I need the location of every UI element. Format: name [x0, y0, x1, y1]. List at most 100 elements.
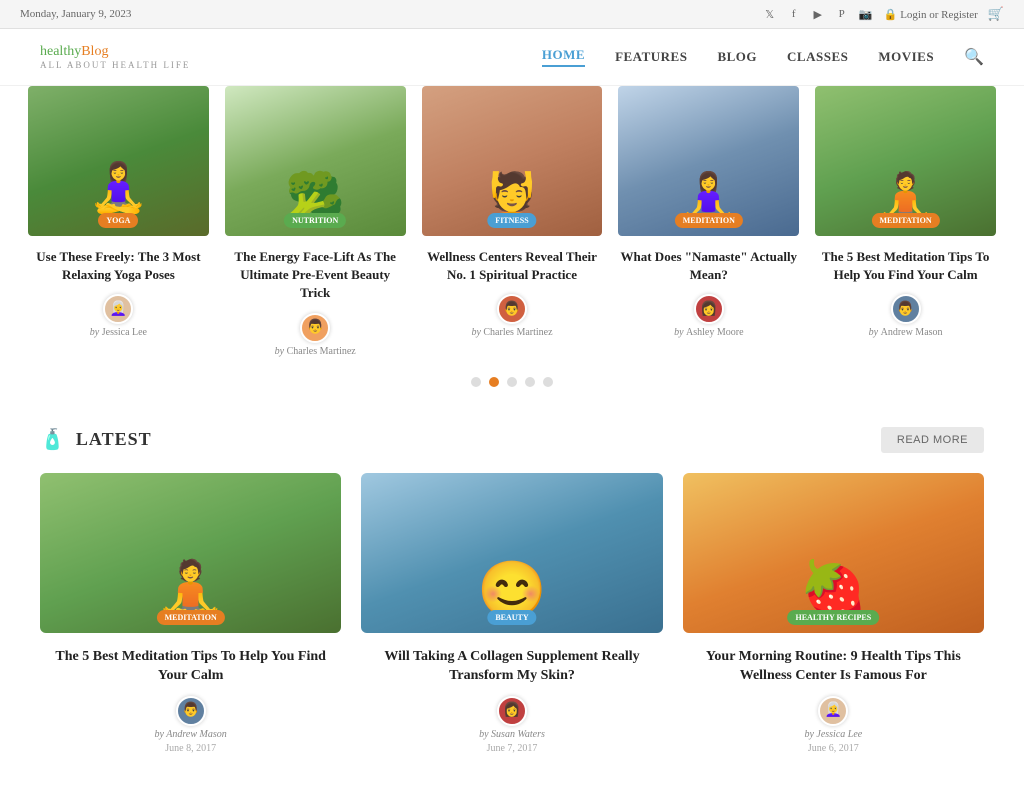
- latest-image-3[interactable]: 🍓 HEALTHY RECIPES: [683, 473, 984, 633]
- latest-author-1: 👨 by Andrew Mason June 8, 2017: [40, 696, 341, 754]
- article-image-4[interactable]: 🧘‍♀️ MEDITATION: [618, 86, 799, 236]
- author-name-2: by Charles Martinez: [275, 346, 356, 357]
- latest-card-3: 🍓 HEALTHY RECIPES Your Morning Routine: …: [683, 473, 984, 754]
- dot-1[interactable]: [471, 377, 481, 387]
- article-card-4: 🧘‍♀️ MEDITATION What Does "Namaste" Actu…: [610, 86, 807, 357]
- latest-author-name-3: by Jessica Lee: [804, 729, 862, 740]
- pinterest-icon[interactable]: P: [834, 6, 850, 22]
- read-more-button[interactable]: READ MORE: [881, 427, 984, 453]
- section-title: 🧴 LATEST: [40, 427, 152, 452]
- latest-date-2: June 7, 2017: [487, 743, 538, 754]
- fitness-badge: FITNESS: [487, 213, 536, 228]
- latest-badge-2: BEAUTY: [487, 610, 536, 625]
- author-avatar-3: 👨: [497, 294, 527, 324]
- author-name-1: by Jessica Lee: [90, 327, 147, 338]
- article-image-2[interactable]: 🥦 NUTRITION: [225, 86, 406, 236]
- logo-healthy: healthy: [40, 44, 81, 59]
- latest-image-2[interactable]: 😊 BEAUTY: [361, 473, 662, 633]
- bottle-icon: 🧴: [40, 427, 66, 452]
- article-card-2: 🥦 NUTRITION The Energy Face-Lift As The …: [217, 86, 414, 357]
- latest-recipes-image: 🍓: [683, 473, 984, 633]
- dot-3[interactable]: [507, 377, 517, 387]
- latest-date-1: June 8, 2017: [165, 743, 216, 754]
- latest-avatar-1: 👨: [176, 696, 206, 726]
- register-link[interactable]: Register: [941, 9, 978, 21]
- article-image-3[interactable]: 💆 FITNESS: [422, 86, 603, 236]
- meditation-badge-2: MEDITATION: [872, 213, 940, 228]
- top-bar-right: 𝕏 f ▶ P 📷 🔒 Login or Register 🛒: [762, 6, 1004, 22]
- author-name-5: by Andrew Mason: [869, 327, 943, 338]
- lock-icon: 🔒: [884, 9, 898, 21]
- carousel-dots: [0, 377, 1024, 387]
- article-card-1: 🧘‍♀️ YOGA Use These Freely: The 3 Most R…: [20, 86, 217, 357]
- author-avatar-5: 👨: [891, 294, 921, 324]
- dot-2[interactable]: [489, 377, 499, 387]
- or-text: or: [929, 9, 938, 21]
- latest-image-1[interactable]: 🧘 MEDITATION: [40, 473, 341, 633]
- author-name-4: by Ashley Moore: [674, 327, 743, 338]
- logo-blog: Blog: [81, 44, 108, 59]
- header: healthyBlog ALL ABOUT HEALTH LIFE HOME F…: [0, 29, 1024, 86]
- twitter-icon[interactable]: 𝕏: [762, 6, 778, 22]
- latest-med-image: 🧘: [40, 473, 341, 633]
- main-nav: HOME FEATURES BLOG CLASSES MOVIES 🔍: [542, 47, 984, 67]
- article-author-2: 👨 by Charles Martinez: [225, 313, 406, 357]
- nutrition-badge: NUTRITION: [284, 213, 346, 228]
- latest-card-2: 😊 BEAUTY Will Taking A Collagen Suppleme…: [361, 473, 662, 754]
- latest-title-3: Your Morning Routine: 9 Health Tips This…: [683, 647, 984, 686]
- latest-badge-3: HEALTHY RECIPES: [787, 610, 879, 625]
- latest-title-2: Will Taking A Collagen Supplement Really…: [361, 647, 662, 686]
- dot-4[interactable]: [525, 377, 535, 387]
- latest-grid: 🧘 MEDITATION The 5 Best Meditation Tips …: [40, 473, 984, 754]
- latest-date-3: June 6, 2017: [808, 743, 859, 754]
- nav-blog[interactable]: BLOG: [717, 49, 757, 65]
- latest-avatar-3: 👩‍🦳: [818, 696, 848, 726]
- yoga-badge: YOGA: [98, 213, 138, 228]
- instagram-icon[interactable]: 📷: [858, 6, 874, 22]
- nav-classes[interactable]: CLASSES: [787, 49, 848, 65]
- author-avatar-1: 👩‍🦳: [103, 294, 133, 324]
- latest-beauty-image: 😊: [361, 473, 662, 633]
- youtube-icon[interactable]: ▶: [810, 6, 826, 22]
- article-title-2: The Energy Face-Lift As The Ultimate Pre…: [225, 248, 406, 303]
- logo: healthyBlog ALL ABOUT HEALTH LIFE: [40, 44, 190, 70]
- article-card-5: 🧘 MEDITATION The 5 Best Meditation Tips …: [807, 86, 1004, 357]
- cart-icon[interactable]: 🛒: [988, 6, 1004, 22]
- carousel-section: 🧘‍♀️ YOGA Use These Freely: The 3 Most R…: [0, 86, 1024, 387]
- author-avatar-2: 👨: [300, 313, 330, 343]
- logo-text: healthyBlog: [40, 44, 190, 60]
- search-icon[interactable]: 🔍: [964, 47, 984, 67]
- article-title-1: Use These Freely: The 3 Most Relaxing Yo…: [28, 248, 209, 284]
- logo-tagline: ALL ABOUT HEALTH LIFE: [40, 60, 190, 70]
- dot-5[interactable]: [543, 377, 553, 387]
- article-title-4: What Does "Namaste" Actually Mean?: [618, 248, 799, 284]
- nav-movies[interactable]: MOVIES: [878, 49, 934, 65]
- article-image-5[interactable]: 🧘 MEDITATION: [815, 86, 996, 236]
- nav-features[interactable]: FEATURES: [615, 49, 687, 65]
- nav-home[interactable]: HOME: [542, 47, 585, 67]
- auth-links: 🔒 Login or Register: [884, 8, 978, 21]
- top-bar: Monday, January 9, 2023 𝕏 f ▶ P 📷 🔒 Logi…: [0, 0, 1024, 29]
- latest-badge-1: MEDITATION: [157, 610, 225, 625]
- article-title-3: Wellness Centers Reveal Their No. 1 Spir…: [422, 248, 603, 284]
- latest-card-1: 🧘 MEDITATION The 5 Best Meditation Tips …: [40, 473, 341, 754]
- login-link[interactable]: Login: [900, 9, 926, 21]
- meditation-badge-1: MEDITATION: [675, 213, 743, 228]
- latest-author-3: 👩‍🦳 by Jessica Lee June 6, 2017: [683, 696, 984, 754]
- social-icons: 𝕏 f ▶ P 📷: [762, 6, 874, 22]
- date-label: Monday, January 9, 2023: [20, 8, 131, 20]
- facebook-icon[interactable]: f: [786, 6, 802, 22]
- latest-avatar-2: 👩: [497, 696, 527, 726]
- latest-label: LATEST: [76, 429, 152, 450]
- article-author-5: 👨 by Andrew Mason: [815, 294, 996, 338]
- section-header: 🧴 LATEST READ MORE: [40, 427, 984, 453]
- latest-author-name-1: by Andrew Mason: [155, 729, 227, 740]
- article-author-3: 👨 by Charles Martinez: [422, 294, 603, 338]
- article-image-1[interactable]: 🧘‍♀️ YOGA: [28, 86, 209, 236]
- author-avatar-4: 👩: [694, 294, 724, 324]
- articles-grid: 🧘‍♀️ YOGA Use These Freely: The 3 Most R…: [0, 86, 1024, 357]
- author-name-3: by Charles Martinez: [471, 327, 552, 338]
- latest-author-2: 👩 by Susan Waters June 7, 2017: [361, 696, 662, 754]
- article-author-1: 👩‍🦳 by Jessica Lee: [28, 294, 209, 338]
- article-title-5: The 5 Best Meditation Tips To Help You F…: [815, 248, 996, 284]
